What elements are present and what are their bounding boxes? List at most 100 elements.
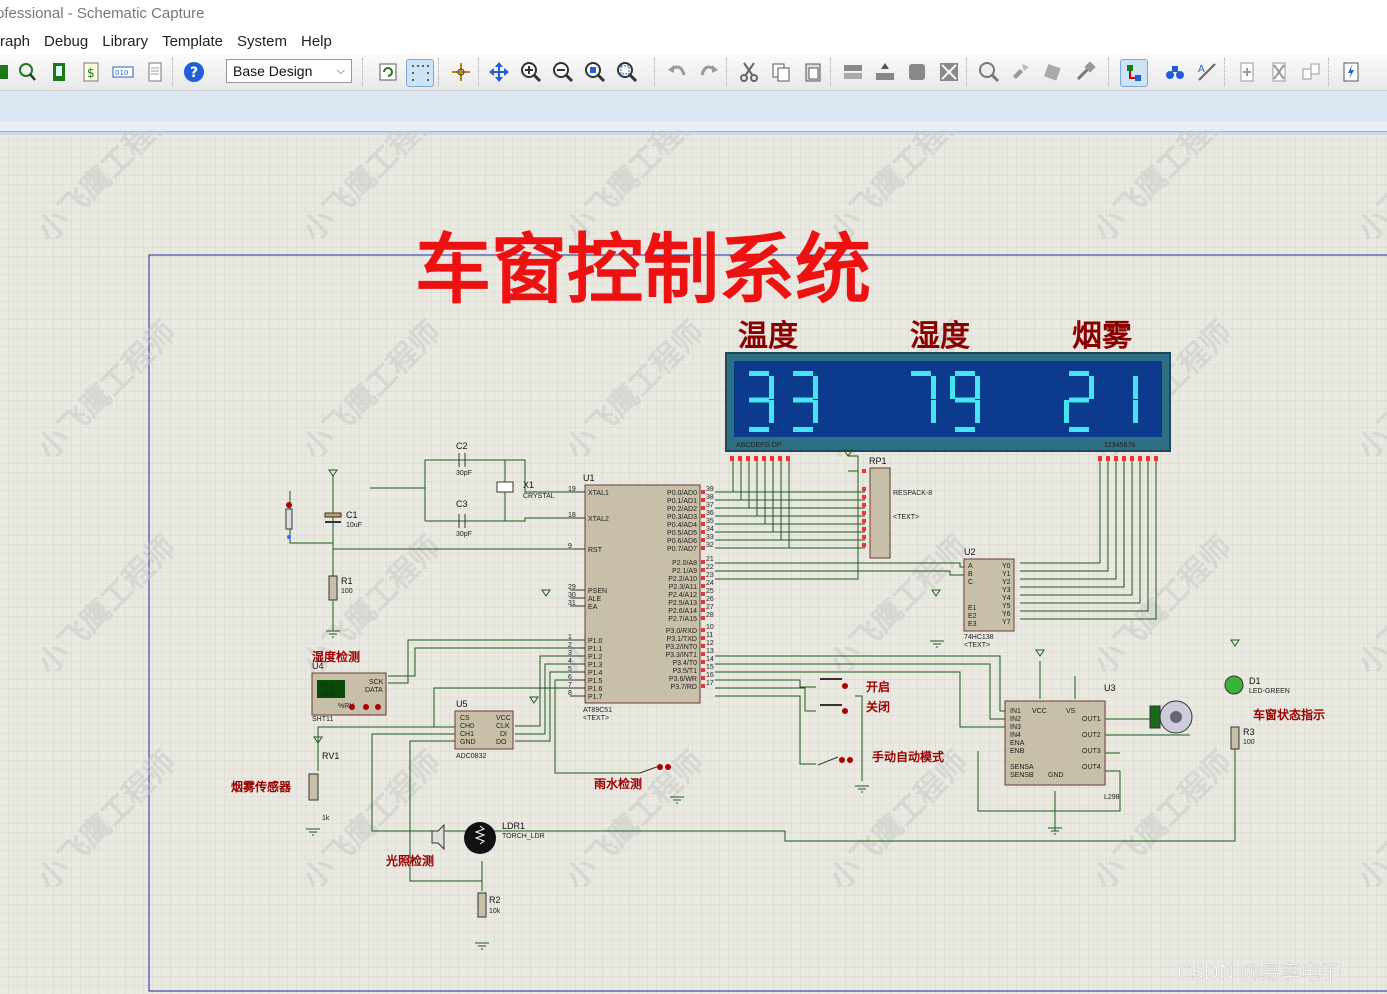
block-copy-icon[interactable] bbox=[840, 59, 866, 85]
motor[interactable] bbox=[1149, 700, 1193, 734]
menu-library[interactable]: Library bbox=[95, 30, 155, 54]
pin-name: P0.6/AD6 bbox=[667, 538, 697, 545]
svg-text:IN3: IN3 bbox=[1010, 724, 1021, 731]
search-tag-icon[interactable] bbox=[1162, 59, 1188, 85]
binary-icon[interactable]: 010 bbox=[110, 59, 136, 85]
packaging-icon[interactable] bbox=[1040, 59, 1066, 85]
u1-part: AT89C51 bbox=[583, 707, 612, 714]
menu-system[interactable]: System bbox=[230, 30, 294, 54]
help-icon[interactable]: ? bbox=[181, 59, 207, 85]
pin-state bbox=[701, 600, 705, 604]
digit-segment bbox=[749, 397, 769, 403]
sht-temp: 77.0 bbox=[321, 683, 335, 690]
document-icon[interactable] bbox=[142, 59, 168, 85]
menu-debug[interactable]: Debug bbox=[37, 30, 95, 54]
window-title: ofessional - Schematic Capture bbox=[0, 5, 205, 22]
pin-number: 12 bbox=[706, 640, 714, 647]
temperature-label: 温度 bbox=[738, 319, 798, 354]
svg-text:B: B bbox=[968, 571, 973, 578]
pin-number: 23 bbox=[706, 572, 714, 579]
pick-device-icon[interactable] bbox=[976, 59, 1002, 85]
mcu-at89c51[interactable]: U1 AT89C51 <TEXT> 19XTAL118XTAL29RST29PS… bbox=[568, 473, 714, 722]
pin-name: P3.5/T1 bbox=[672, 668, 697, 675]
pin-name: PSEN bbox=[588, 588, 607, 595]
origin-icon[interactable] bbox=[448, 59, 474, 85]
property-tool-icon[interactable]: A bbox=[1194, 59, 1220, 85]
menu-help[interactable]: Help bbox=[294, 30, 339, 54]
netlist-icon[interactable] bbox=[46, 59, 72, 85]
pin-name: P0.3/AD3 bbox=[667, 514, 697, 521]
pin-name: P3.3/INT1 bbox=[665, 652, 697, 659]
svg-text:DO: DO bbox=[496, 739, 507, 746]
pin-name: P3.2/INT0 bbox=[665, 644, 697, 651]
digit-segment bbox=[955, 371, 975, 376]
cut-icon[interactable] bbox=[736, 59, 762, 85]
rp1-ref: RP1 bbox=[869, 456, 887, 466]
rp1-part: RESPACK-8 bbox=[893, 490, 932, 497]
x1-part: CRYSTAL bbox=[523, 493, 555, 500]
pin-name: P0.4/AD4 bbox=[667, 522, 697, 529]
digit-segment bbox=[813, 400, 818, 423]
zoom-in-icon[interactable] bbox=[518, 59, 544, 85]
svg-text:SENSA: SENSA bbox=[1010, 764, 1034, 771]
visual-design-icon[interactable] bbox=[1338, 59, 1364, 85]
menu-template[interactable]: Template bbox=[155, 30, 230, 54]
pin-state bbox=[701, 506, 705, 510]
svg-text:Y0: Y0 bbox=[1002, 563, 1011, 570]
pin-name: P0.7/AD7 bbox=[667, 546, 697, 553]
pin-number: 17 bbox=[706, 680, 714, 687]
menu-graph[interactable]: raph bbox=[0, 30, 37, 54]
pin-state bbox=[701, 652, 705, 656]
pin-name: XTAL1 bbox=[588, 490, 609, 497]
pin-state bbox=[701, 608, 705, 612]
pan-icon[interactable] bbox=[486, 59, 512, 85]
undo-icon[interactable] bbox=[664, 59, 690, 85]
svg-text:SENSB: SENSB bbox=[1010, 772, 1034, 779]
light-detect-label: 光照检测 bbox=[385, 853, 434, 868]
pin-name: P1.0 bbox=[588, 638, 603, 645]
redo-icon[interactable] bbox=[696, 59, 722, 85]
u5-ref: U5 bbox=[456, 699, 468, 709]
exit-to-parent-icon[interactable] bbox=[1298, 59, 1324, 85]
block-delete-icon[interactable] bbox=[936, 59, 962, 85]
make-device-icon[interactable] bbox=[1008, 59, 1034, 85]
block-move-icon[interactable] bbox=[872, 59, 898, 85]
block-rotate-icon[interactable] bbox=[904, 59, 930, 85]
svg-text:C: C bbox=[968, 579, 973, 586]
ldr1-part: TORCH_LDR bbox=[502, 833, 545, 840]
mode-label: 手动自动模式 bbox=[872, 749, 944, 764]
pin-state bbox=[701, 592, 705, 596]
open-label: 开启 bbox=[866, 679, 890, 694]
zoom-area-icon[interactable] bbox=[614, 59, 640, 85]
c3-ref: C3 bbox=[456, 499, 468, 509]
bill-of-materials-icon[interactable]: $ bbox=[78, 59, 104, 85]
grid-toggle-icon[interactable] bbox=[406, 59, 434, 87]
motor-driver-l298[interactable]: U3 L298 IN1IN2IN3IN4ENAENB SENSASENSB VCC… bbox=[1004, 683, 1120, 801]
new-sheet-icon[interactable] bbox=[1234, 59, 1260, 85]
svg-text:OUT1: OUT1 bbox=[1082, 716, 1101, 723]
humidity-label: 湿度 bbox=[910, 319, 970, 354]
zoom-out-icon[interactable] bbox=[550, 59, 576, 85]
c3-val: 30pF bbox=[456, 531, 472, 538]
zoom-component-icon[interactable] bbox=[14, 59, 40, 85]
digit-segment bbox=[1069, 371, 1089, 376]
zoom-all-icon[interactable] bbox=[582, 59, 608, 85]
digit-segment bbox=[911, 371, 931, 376]
pin-name: P1.3 bbox=[588, 662, 603, 669]
pin-name: P3.7/RD bbox=[671, 684, 697, 691]
refresh-icon[interactable] bbox=[375, 59, 401, 85]
pin-state bbox=[701, 628, 705, 632]
decompose-icon[interactable] bbox=[1072, 59, 1098, 85]
pin-state bbox=[701, 636, 705, 640]
delete-sheet-icon[interactable] bbox=[1266, 59, 1292, 85]
wire-autorouter-icon[interactable] bbox=[1120, 59, 1148, 87]
copy-icon[interactable] bbox=[768, 59, 794, 85]
pin-number: 16 bbox=[706, 672, 714, 679]
svg-text:E2: E2 bbox=[968, 613, 977, 620]
seven-segment-display[interactable]: ABCDEFG DP 12345678 bbox=[725, 352, 1171, 461]
schematic-canvas[interactable]: 小飞鹰工程师 小飞鹰工程师 小飞鹰工程师 小飞鹰工程师 小飞鹰工程师 小飞鹰工程… bbox=[0, 131, 1387, 994]
design-variant-select[interactable]: Base Design ⌵ bbox=[226, 59, 352, 83]
pin-number: 35 bbox=[706, 518, 714, 525]
pin-state bbox=[701, 560, 705, 564]
paste-icon[interactable] bbox=[800, 59, 826, 85]
